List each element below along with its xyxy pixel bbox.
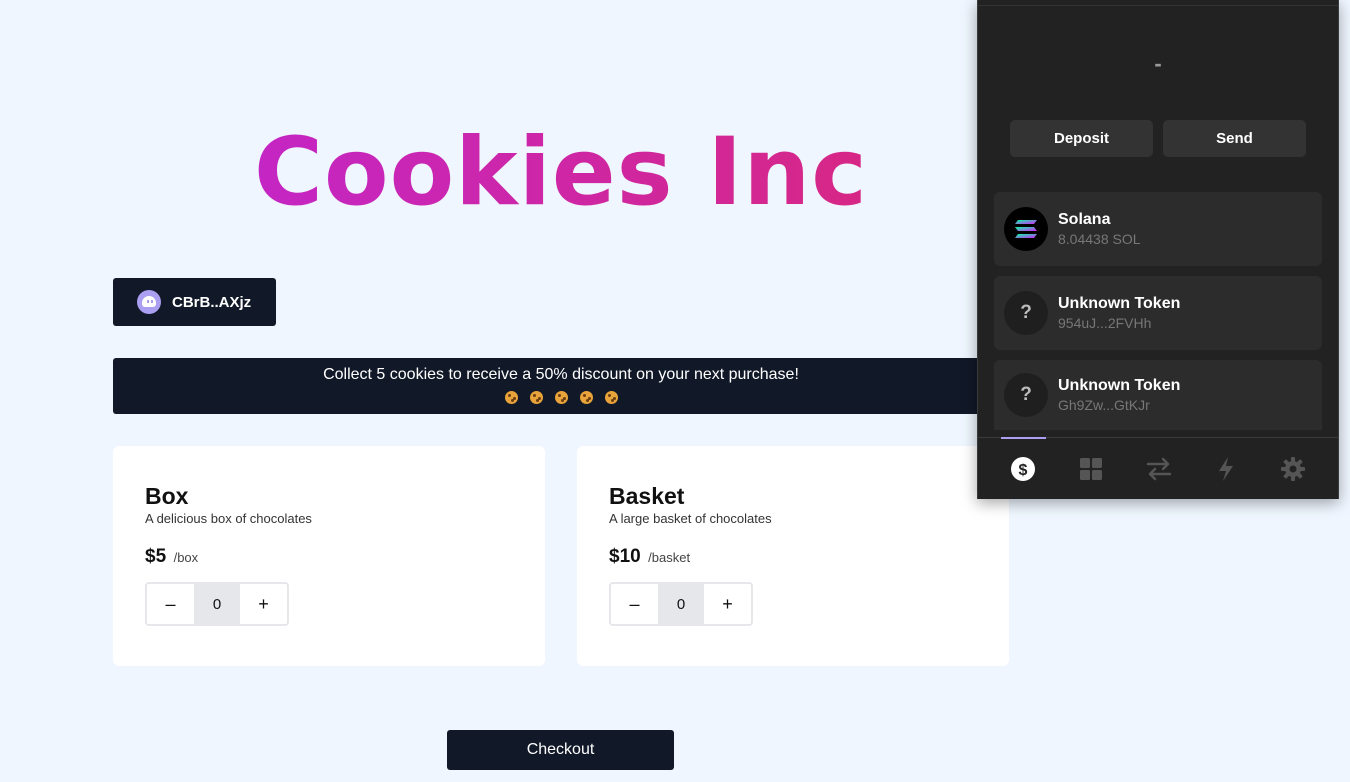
price-unit: /basket [648, 550, 691, 565]
nav-tab-swap[interactable] [1125, 438, 1193, 499]
nav-tab-collectibles[interactable] [1057, 438, 1125, 499]
solana-icon [1004, 207, 1048, 251]
quantity-stepper: – 0 + [609, 582, 753, 626]
token-name: Solana [1058, 211, 1111, 228]
token-info: Unknown Token Gh9Zw...GtKJr [1058, 376, 1180, 414]
token-name: Unknown Token [1058, 377, 1181, 394]
cookie-icon [604, 390, 618, 404]
token-balance: 8.04438 SOL [1058, 231, 1141, 247]
cookie-icon [554, 390, 568, 404]
question-icon: ? [1004, 373, 1048, 417]
cookie-icon [579, 390, 593, 404]
decrement-button[interactable]: – [611, 584, 658, 624]
promo-banner: Collect 5 cookies to receive a 50% disco… [113, 358, 1009, 414]
product-description: A delicious box of chocolates [145, 511, 312, 526]
bolt-icon [1219, 456, 1233, 481]
token-row-solana[interactable]: Solana 8.04438 SOL [994, 192, 1322, 266]
wallet-balance: - [1154, 51, 1162, 76]
swap-icon [1146, 457, 1172, 480]
svg-text:$: $ [1019, 462, 1028, 479]
product-name: Box [145, 483, 189, 509]
token-address: Gh9Zw...GtKJr [1058, 397, 1150, 413]
nav-tab-wallet[interactable]: $ [989, 438, 1057, 499]
product-name: Basket [609, 483, 685, 509]
phantom-ghost-icon [137, 290, 161, 314]
token-row-unknown[interactable]: ? Unknown Token 954uJ...2FVHh [994, 276, 1322, 350]
price-amount: $5 [145, 546, 167, 567]
wallet-nav-bar: $ [978, 437, 1338, 499]
increment-button[interactable]: + [704, 584, 751, 624]
product-price: $5 /box [145, 546, 513, 568]
promo-cookie-row [113, 388, 1009, 406]
quantity-stepper: – 0 + [145, 582, 289, 626]
dollar-icon: $ [1011, 456, 1035, 481]
token-row-unknown[interactable]: ? Unknown Token Gh9Zw...GtKJr [994, 360, 1322, 430]
gear-icon [1281, 456, 1305, 481]
product-card-box: Box A delicious box of chocolates $5 /bo… [113, 446, 545, 666]
wallet-popup: - Deposit Send Solana 8.04438 SOL ? Unkn… [977, 0, 1339, 499]
popup-divider [978, 5, 1338, 6]
wallet-connect-button[interactable]: CBrB..AXjz [113, 278, 276, 326]
grid-icon [1080, 457, 1102, 480]
store-title: Cookies Inc [113, 118, 1009, 228]
product-price: $10 /basket [609, 546, 977, 568]
deposit-button[interactable]: Deposit [1010, 120, 1153, 157]
increment-button[interactable]: + [240, 584, 287, 624]
product-description: A large basket of chocolates [609, 511, 772, 526]
cookie-icon [504, 390, 518, 404]
quantity-value[interactable]: 0 [194, 584, 240, 624]
cookie-icon [529, 390, 543, 404]
token-name: Unknown Token [1058, 295, 1181, 312]
quantity-value[interactable]: 0 [658, 584, 704, 624]
nav-tab-activity[interactable] [1192, 438, 1260, 499]
token-info: Unknown Token 954uJ...2FVHh [1058, 294, 1180, 332]
checkout-button[interactable]: Checkout [447, 730, 674, 770]
price-unit: /box [173, 550, 199, 565]
product-card-basket: Basket A large basket of chocolates $10 … [577, 446, 1009, 666]
promo-text: Collect 5 cookies to receive a 50% disco… [323, 366, 799, 383]
question-icon: ? [1004, 291, 1048, 335]
decrement-button[interactable]: – [147, 584, 194, 624]
wallet-address: CBrB..AXjz [172, 293, 252, 311]
nav-tab-settings[interactable] [1259, 438, 1327, 499]
token-address: 954uJ...2FVHh [1058, 315, 1152, 331]
price-amount: $10 [609, 546, 641, 567]
token-info: Solana 8.04438 SOL [1058, 210, 1141, 248]
send-button[interactable]: Send [1163, 120, 1306, 157]
